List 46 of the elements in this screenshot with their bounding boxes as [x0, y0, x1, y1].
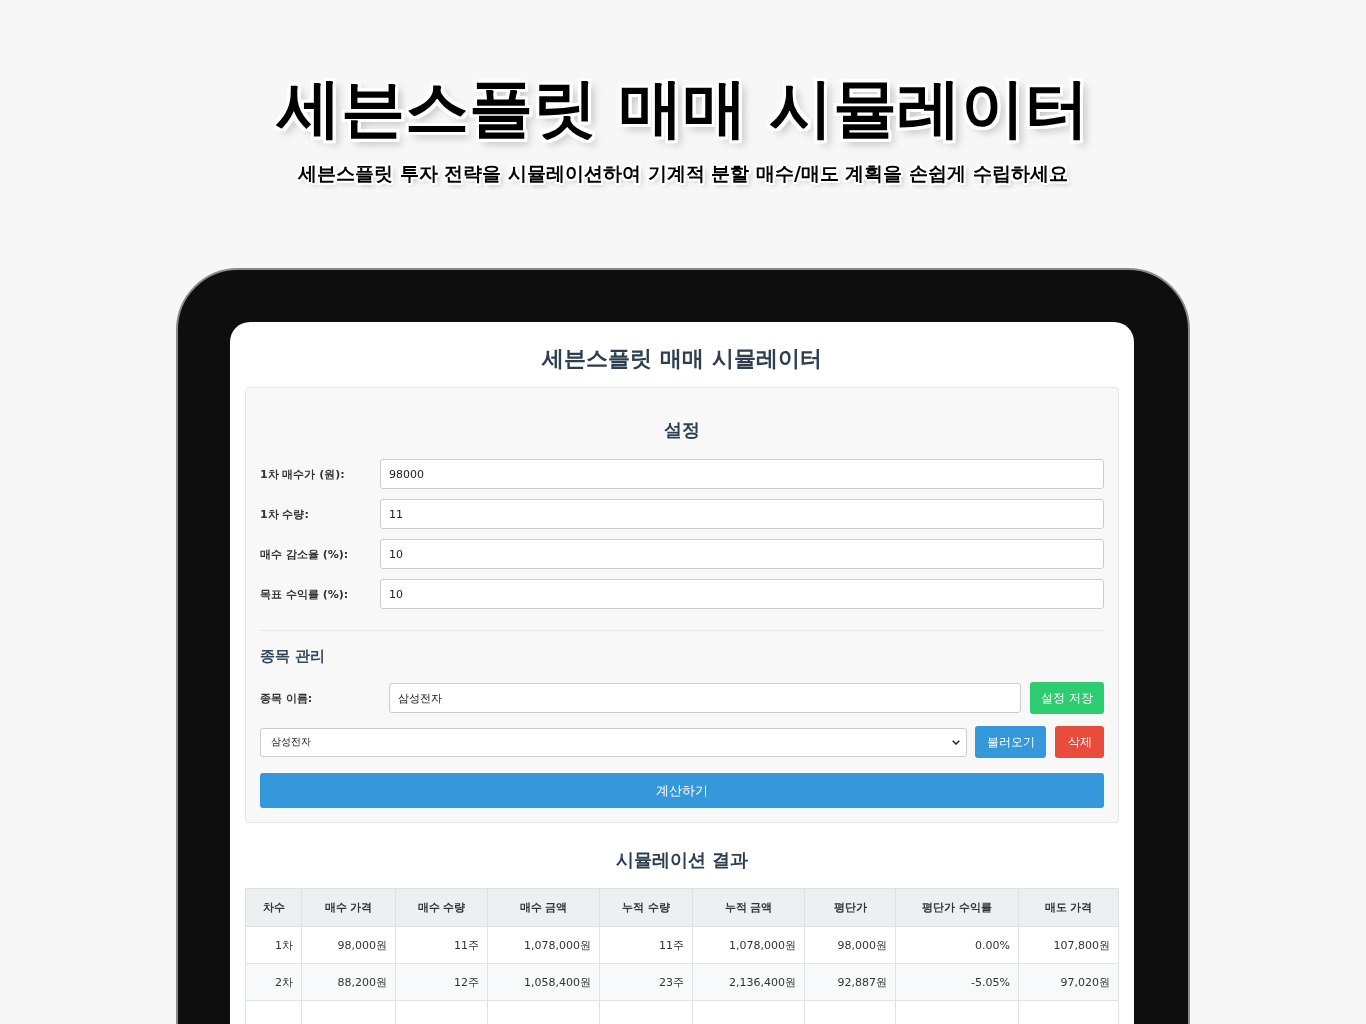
input-field[interactable]: 10: [380, 579, 1104, 609]
table-cell: 1차: [245, 926, 302, 964]
column-header: 차수: [245, 888, 302, 927]
table-cell: 1,078,000원: [487, 926, 600, 964]
app-title: 세븐스플릿 매매 시뮬레이터: [540, 345, 823, 373]
table-cell: 1,058,400원: [487, 963, 600, 1001]
column-header: 매도 가격: [1018, 888, 1119, 927]
field-label: 1차 수량:: [260, 506, 310, 522]
input-field[interactable]: 11: [380, 499, 1104, 529]
table-cell: -5.05%: [895, 963, 1019, 1001]
table-cell: 98,000원: [301, 926, 396, 964]
table-cell: 2,136,400원: [692, 963, 805, 1001]
column-header: 누적 금액: [692, 888, 805, 927]
input-field[interactable]: 삼성전자: [389, 683, 1021, 713]
column-header: 매수 수량: [395, 888, 488, 927]
table-cell: 107,800원: [1018, 926, 1119, 964]
table-cell: 97,020원: [1018, 963, 1119, 1001]
column-header: 매수 가격: [301, 888, 396, 927]
table-cell: 11주: [395, 926, 488, 964]
table-cell: 23주: [599, 963, 693, 1001]
input-field[interactable]: 10: [380, 539, 1104, 569]
field-label: 1차 매수가 (원):: [260, 466, 346, 482]
column-header: 평단가: [804, 888, 896, 927]
page-title: 세븐스플릿 매매 시뮬레이터: [276, 70, 1090, 147]
table-cell: 12주: [395, 963, 488, 1001]
field-label: 매수 감소율 (%):: [260, 546, 350, 562]
field-label: 종목 이름:: [260, 690, 314, 706]
table-cell: 2차: [245, 963, 302, 1001]
table-cell: 92,887원: [804, 963, 896, 1001]
field-label: 목표 수익률 (%):: [260, 586, 350, 602]
column-header: 평단가 수익률: [895, 888, 1019, 927]
table-cell: 1,078,000원: [692, 926, 805, 964]
stock-select[interactable]: 삼성전자: [260, 727, 967, 757]
delete-button[interactable]: 삭제: [1055, 726, 1104, 758]
column-header: 누적 수량: [599, 888, 693, 927]
settings-title: 설정: [663, 418, 701, 442]
results-title: 시뮬레이션 결과: [614, 848, 750, 872]
table-cell: 88,200원: [301, 963, 396, 1001]
page-subtitle: 세븐스플릿 투자 전략을 시뮬레이션하여 기계적 분할 매수/매도 계획을 손쉽게 수립하세요: [298, 161, 1068, 186]
table-cell: 0.00%: [895, 926, 1019, 964]
table-cell: 98,000원: [804, 926, 896, 964]
column-header: 매수 금액: [487, 888, 600, 927]
input-field[interactable]: 98000: [380, 459, 1104, 489]
chevron-down-icon: [952, 739, 960, 745]
section-title: 종목 관리: [260, 646, 327, 667]
table-cell: 11주: [599, 926, 693, 964]
